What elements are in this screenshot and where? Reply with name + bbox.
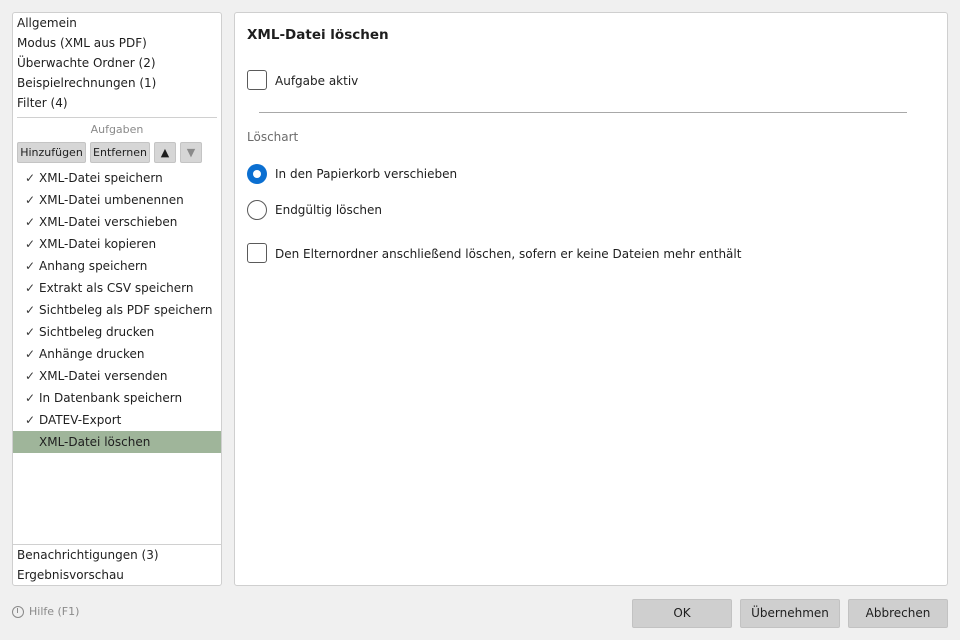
check-mark-icon: ✓ bbox=[25, 215, 36, 229]
task-item-label: XML-Datei kopieren bbox=[39, 237, 157, 251]
check-mark-icon: ✓ bbox=[25, 303, 36, 317]
move-to-recycle-bin-radio[interactable] bbox=[247, 164, 267, 184]
task-item-label: Sichtbeleg drucken bbox=[39, 325, 155, 339]
nav-item-ueberwachte-ordner[interactable]: Überwachte Ordner (2) bbox=[17, 53, 156, 73]
page-title: XML-Datei löschen bbox=[247, 27, 389, 43]
help-label: Hilfe (F1) bbox=[29, 605, 80, 618]
delete-parent-folder-checkbox[interactable] bbox=[247, 243, 267, 263]
task-item[interactable]: ✓ In Datenbank speichern bbox=[13, 387, 221, 409]
task-item[interactable]: ✓ Anhang speichern bbox=[13, 255, 221, 277]
remove-task-button[interactable]: Entfernen bbox=[90, 142, 150, 163]
task-item-label: Anhang speichern bbox=[39, 259, 148, 273]
task-item[interactable]: ✓ Sichtbeleg drucken bbox=[13, 321, 221, 343]
check-mark-icon: ✓ bbox=[25, 193, 36, 207]
nav-item-beispielrechnungen[interactable]: Beispielrechnungen (1) bbox=[17, 73, 156, 93]
nav-item-filter[interactable]: Filter (4) bbox=[17, 93, 68, 113]
check-mark-icon: ✓ bbox=[25, 413, 36, 427]
task-item-label: In Datenbank speichern bbox=[39, 391, 183, 405]
add-task-button[interactable]: Hinzufügen bbox=[17, 142, 86, 163]
apply-button[interactable]: Übernehmen bbox=[740, 599, 840, 628]
task-item[interactable]: ✓ XML-Datei umbenennen bbox=[13, 189, 221, 211]
deletion-type-label: Löschart bbox=[247, 130, 299, 144]
check-mark-icon: ✓ bbox=[25, 237, 36, 251]
move-to-recycle-bin-label: In den Papierkorb verschieben bbox=[275, 167, 458, 181]
task-item-label: XML-Datei verschieben bbox=[39, 215, 178, 229]
task-active-checkbox[interactable] bbox=[247, 70, 267, 90]
task-item-label: XML-Datei löschen bbox=[39, 435, 151, 449]
task-item[interactable]: ✓ Sichtbeleg als PDF speichern bbox=[13, 299, 221, 321]
check-mark-icon: ✓ bbox=[25, 391, 36, 405]
move-down-icon[interactable]: ▼ bbox=[180, 142, 202, 163]
task-item-label: Sichtbeleg als PDF speichern bbox=[39, 303, 213, 317]
task-item-label: XML-Datei umbenennen bbox=[39, 193, 184, 207]
delete-permanently-label: Endgültig löschen bbox=[275, 203, 382, 217]
task-item[interactable]: ✓ XML-Datei speichern bbox=[13, 167, 221, 189]
nav-item-benachrichtigungen[interactable]: Benachrichtigungen (3) bbox=[17, 545, 159, 565]
task-settings-panel: XML-Datei löschen Aufgabe aktiv Löschart… bbox=[234, 12, 948, 586]
check-mark-icon: ✓ bbox=[25, 281, 36, 295]
check-mark-icon: ✓ bbox=[25, 347, 36, 361]
nav-item-allgemein[interactable]: Allgemein bbox=[17, 13, 77, 33]
task-item-label: XML-Datei versenden bbox=[39, 369, 168, 383]
check-mark-icon: ✓ bbox=[25, 325, 36, 339]
check-mark-icon: ✓ bbox=[25, 369, 36, 383]
task-item-label: XML-Datei speichern bbox=[39, 171, 163, 185]
task-item[interactable]: XML-Datei löschen bbox=[13, 431, 221, 453]
divider bbox=[17, 117, 217, 118]
check-mark-icon: ✓ bbox=[25, 259, 36, 273]
nav-item-modus[interactable]: Modus (XML aus PDF) bbox=[17, 33, 147, 53]
task-item[interactable]: ✓ Extrakt als CSV speichern bbox=[13, 277, 221, 299]
task-item[interactable]: ✓ XML-Datei kopieren bbox=[13, 233, 221, 255]
task-item-label: Anhänge drucken bbox=[39, 347, 145, 361]
cancel-button[interactable]: Abbrechen bbox=[848, 599, 948, 628]
task-item[interactable]: ✓ DATEV-Export bbox=[13, 409, 221, 431]
delete-permanently-radio[interactable] bbox=[247, 200, 267, 220]
task-active-label: Aufgabe aktiv bbox=[275, 74, 359, 88]
ok-button[interactable]: OK bbox=[632, 599, 732, 628]
move-up-icon[interactable]: ▲ bbox=[154, 142, 176, 163]
nav-item-ergebnisvorschau[interactable]: Ergebnisvorschau bbox=[17, 565, 124, 585]
help-link[interactable]: Hilfe (F1) bbox=[12, 605, 79, 618]
delete-parent-folder-label: Den Elternordner anschließend löschen, s… bbox=[275, 247, 742, 261]
task-item[interactable]: ✓ XML-Datei verschieben bbox=[13, 211, 221, 233]
task-item[interactable]: ✓ XML-Datei versenden bbox=[13, 365, 221, 387]
task-item-label: Extrakt als CSV speichern bbox=[39, 281, 194, 295]
tasks-section-label: Aufgaben bbox=[90, 123, 144, 136]
help-icon bbox=[12, 605, 24, 618]
task-item[interactable]: ✓ Anhänge drucken bbox=[13, 343, 221, 365]
task-item-label: DATEV-Export bbox=[39, 413, 122, 427]
check-mark-icon: ✓ bbox=[25, 171, 36, 185]
settings-navigation-panel: Allgemein Modus (XML aus PDF) Überwachte… bbox=[12, 12, 222, 586]
separator-line bbox=[259, 112, 907, 113]
task-list: ✓ XML-Datei speichern ✓ XML-Datei umbenenne… bbox=[13, 167, 221, 453]
